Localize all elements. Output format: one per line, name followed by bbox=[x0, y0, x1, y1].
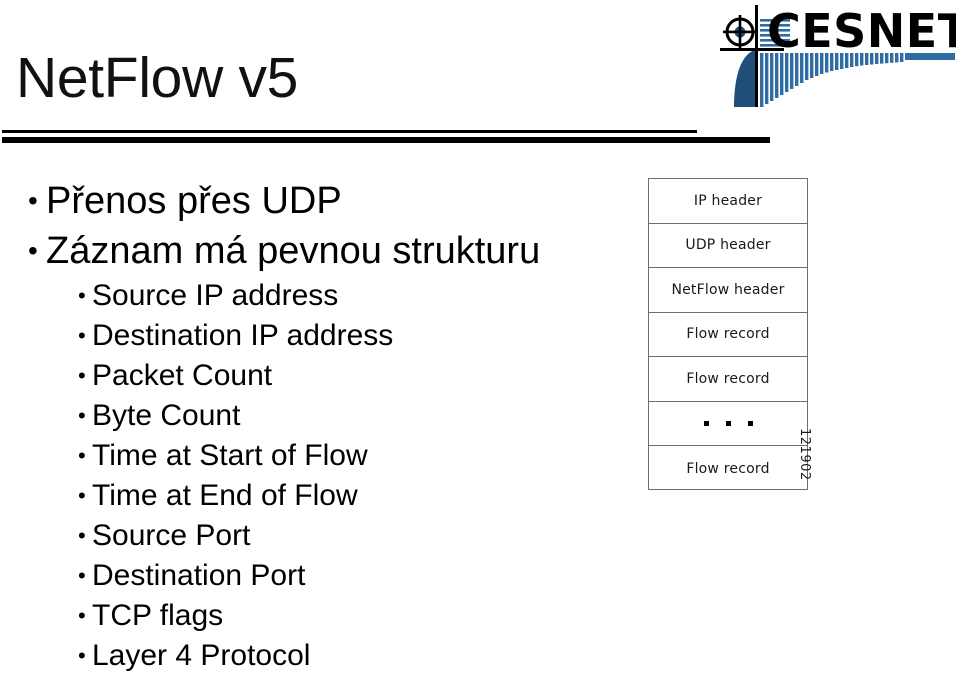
bullet-marker-icon: • bbox=[78, 283, 86, 308]
bullet-marker-icon: • bbox=[78, 403, 86, 428]
list-item-label: TCP flags bbox=[92, 599, 224, 632]
list-item: • Přenos přes UDP bbox=[22, 176, 632, 226]
ellipsis-dot-icon bbox=[747, 421, 753, 427]
bullet-marker-icon: • bbox=[78, 443, 86, 468]
list-item-label: Layer 4 Protocol bbox=[92, 639, 311, 672]
list-item-label: Time at Start of Flow bbox=[92, 439, 368, 472]
ellipsis-dot-icon bbox=[725, 421, 731, 427]
cesnet-logo-graphic: CESNET bbox=[720, 4, 956, 107]
list-item: • TCP flags bbox=[22, 596, 632, 636]
list-item: • Destination Port bbox=[22, 556, 632, 596]
title-rule-thin bbox=[2, 130, 697, 133]
list-item: • Záznam má pevnou strukturu bbox=[22, 226, 632, 276]
page-title: NetFlow v5 bbox=[16, 46, 299, 110]
netflow-packet-diagram: IP header UDP header NetFlow header Flow… bbox=[648, 178, 808, 490]
list-item: • Source IP address bbox=[22, 276, 632, 316]
slide-canvas: NetFlow v5 CESNET • Přenos přes UDP • Zá… bbox=[0, 0, 960, 689]
bullet-marker-icon: • bbox=[78, 323, 86, 348]
packet-row-udp-header: UDP header bbox=[649, 224, 807, 269]
list-item-label: Byte Count bbox=[92, 399, 241, 432]
list-item: • Byte Count bbox=[22, 396, 632, 436]
logo-bar-fan bbox=[760, 53, 904, 107]
packet-row-ellipsis: ▪ ▪ ▪ bbox=[649, 402, 807, 447]
bullet-list: • Přenos přes UDP • Záznam má pevnou str… bbox=[22, 176, 632, 676]
list-item-label: Source IP address bbox=[92, 279, 339, 312]
packet-row-flow-record-1: Flow record bbox=[649, 313, 807, 358]
packet-row-ip-header: IP header bbox=[649, 179, 807, 224]
packet-row-label: UDP header bbox=[685, 237, 771, 254]
list-item: • Source Port bbox=[22, 516, 632, 556]
bullet-marker-icon: • bbox=[28, 185, 38, 216]
list-item: • Time at Start of Flow bbox=[22, 436, 632, 476]
list-item: • Destination IP address bbox=[22, 316, 632, 356]
packet-row-label: IP header bbox=[693, 192, 763, 209]
list-item-label: Packet Count bbox=[92, 359, 273, 392]
list-item: • Layer 4 Protocol bbox=[22, 636, 632, 676]
list-item-label: Přenos přes UDP bbox=[46, 180, 342, 222]
packet-row-flow-record-2: Flow record bbox=[649, 357, 807, 402]
logo-vertical-axis bbox=[755, 5, 758, 107]
list-item-label: Záznam má pevnou strukturu bbox=[46, 230, 541, 272]
bullet-marker-icon: • bbox=[78, 363, 86, 388]
list-item-label: Destination IP address bbox=[92, 319, 394, 352]
bullet-marker-icon: • bbox=[28, 235, 38, 266]
packet-row-flow-record-n: Flow record bbox=[649, 446, 807, 491]
packet-row-label: Flow record bbox=[686, 460, 770, 477]
bullet-marker-icon: • bbox=[78, 523, 86, 548]
logo-wordmark: CESNET bbox=[767, 4, 956, 58]
figure-id-label: 121902 bbox=[797, 428, 812, 481]
bullet-marker-icon: • bbox=[78, 483, 86, 508]
title-rule-thick bbox=[2, 137, 770, 143]
ellipsis-dot-icon bbox=[703, 421, 709, 427]
list-item-label: Destination Port bbox=[92, 559, 306, 592]
list-item-label: Source Port bbox=[92, 519, 251, 552]
bullet-marker-icon: • bbox=[78, 563, 86, 588]
list-item-label: Time at End of Flow bbox=[92, 479, 358, 512]
list-item: • Time at End of Flow bbox=[22, 476, 632, 516]
cesnet-logo: CESNET CESNET bbox=[712, 2, 956, 110]
crosshair-icon bbox=[723, 15, 757, 49]
bullet-marker-icon: • bbox=[78, 603, 86, 628]
list-item: • Packet Count bbox=[22, 356, 632, 396]
packet-row-label: Flow record bbox=[686, 326, 770, 343]
packet-row-label: NetFlow header bbox=[671, 281, 785, 298]
bullet-marker-icon: • bbox=[78, 643, 86, 668]
packet-row-netflow-header: NetFlow header bbox=[649, 268, 807, 313]
packet-row-label: Flow record bbox=[686, 371, 770, 388]
